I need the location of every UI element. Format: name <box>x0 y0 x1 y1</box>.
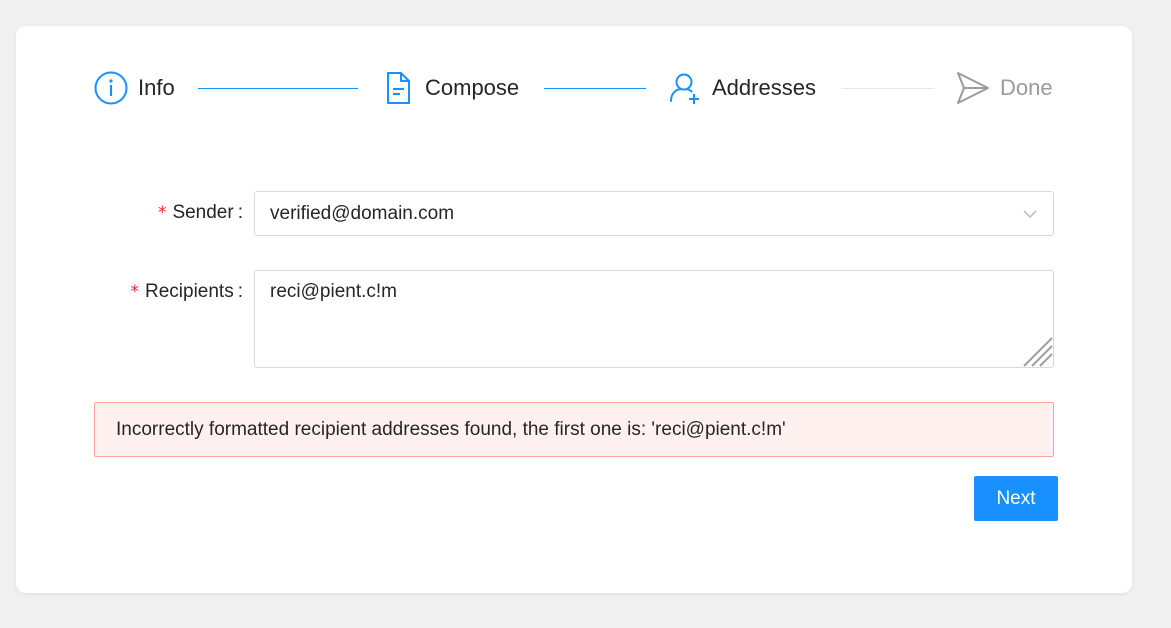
required-mark: * <box>157 203 167 223</box>
step-addresses[interactable]: Addresses <box>668 68 816 108</box>
error-alert: Incorrectly formatted recipient addresse… <box>94 402 1054 457</box>
recipients-label-text: Recipients <box>145 281 234 302</box>
label-colon: : <box>237 281 243 302</box>
sender-label-text: Sender <box>172 202 234 223</box>
step-done[interactable]: Done <box>956 68 1053 108</box>
wizard-card: Info Compose Addresses Done * Sender: v… <box>16 26 1132 593</box>
sender-row: * Sender: verified@domain.com <box>16 191 1132 236</box>
sender-select-value: verified@domain.com <box>270 203 455 224</box>
error-alert-message: Incorrectly formatted recipient addresse… <box>116 419 786 440</box>
step-done-label: Done <box>1000 75 1053 100</box>
step-connector <box>198 88 358 89</box>
next-button[interactable]: Next <box>974 476 1058 521</box>
step-connector <box>544 88 646 89</box>
chevron-down-icon <box>1022 207 1038 221</box>
required-mark: * <box>130 282 140 302</box>
steps-bar: Info Compose Addresses Done <box>94 68 1054 108</box>
step-addresses-label: Addresses <box>712 75 816 100</box>
user-add-icon <box>668 71 702 105</box>
info-circle-icon <box>94 71 128 105</box>
sender-select[interactable]: verified@domain.com <box>254 191 1054 236</box>
file-text-icon <box>381 71 415 105</box>
label-colon: : <box>237 202 243 223</box>
recipients-textarea[interactable]: reci@pient.c!m <box>254 270 1054 368</box>
step-connector <box>842 88 934 89</box>
step-compose-label: Compose <box>425 75 520 100</box>
sender-label: * Sender: <box>158 202 243 224</box>
resize-handle-icon[interactable] <box>1023 337 1053 367</box>
step-info-label: Info <box>138 75 175 100</box>
recipients-label: * Recipients: <box>131 281 244 303</box>
step-info[interactable]: Info <box>94 68 175 108</box>
send-icon <box>956 71 990 105</box>
recipients-row: * Recipients: reci@pient.c!m <box>16 270 1132 368</box>
recipients-textarea-value: reci@pient.c!m <box>270 281 397 302</box>
step-compose[interactable]: Compose <box>381 68 519 108</box>
